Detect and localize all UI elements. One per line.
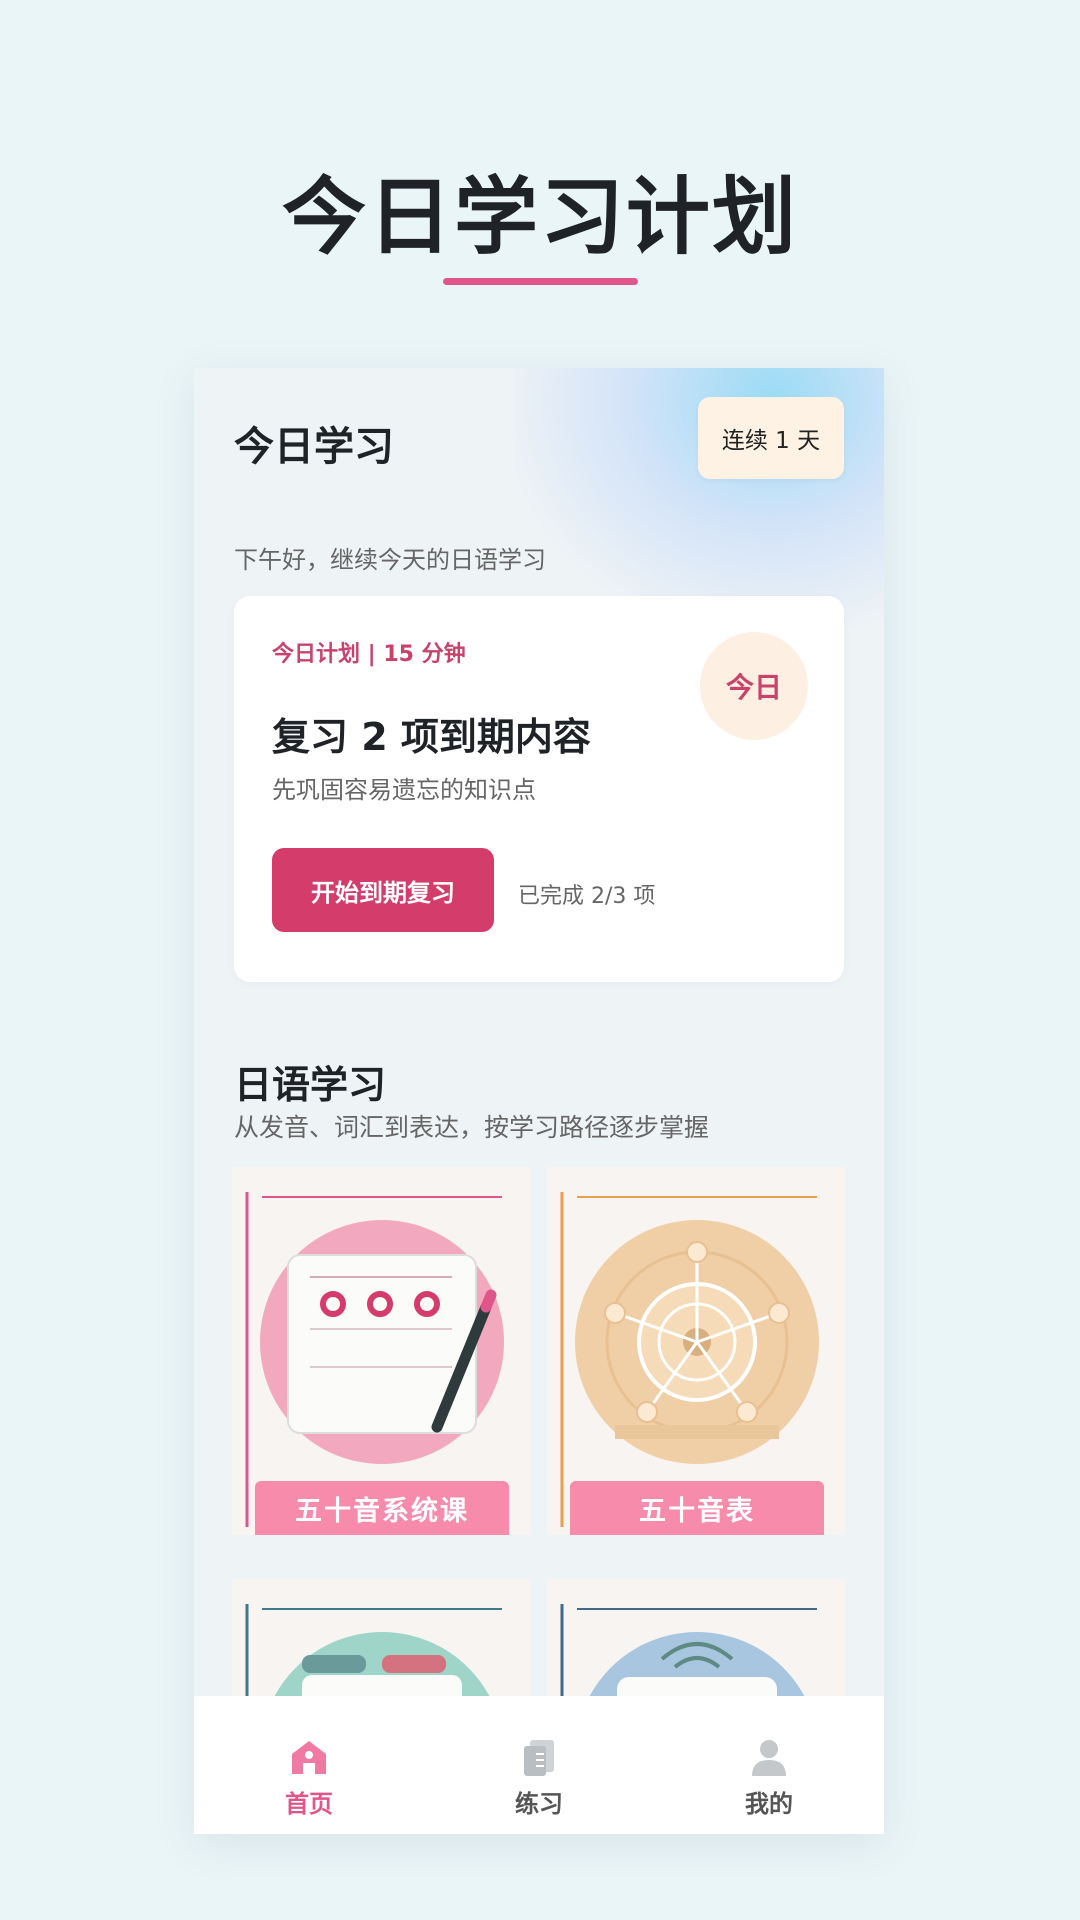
promo-title: 今日学习计划 xyxy=(281,168,798,266)
bottom-nav: 首页 练习 我的 xyxy=(194,1696,884,1834)
streak-badge[interactable]: 连续 1 天 xyxy=(698,397,844,479)
plan-meta: 今日计划 | 15 分钟 xyxy=(272,642,466,667)
home-icon xyxy=(292,1741,326,1774)
course-label: 五十音系统课 xyxy=(255,1481,509,1535)
nav-practice[interactable]: 练习 xyxy=(449,1696,629,1819)
user-icon xyxy=(752,1740,786,1776)
nav-label: 首页 xyxy=(285,1790,333,1818)
greeting-text: 下午好，继续今天的日语学习 xyxy=(234,546,546,574)
plan-heading: 复习 2 项到期内容 xyxy=(272,715,591,759)
promo-underline xyxy=(443,278,638,285)
plan-subtitle: 先巩固容易遗忘的知识点 xyxy=(272,776,536,804)
today-badge: 今日 xyxy=(700,632,808,740)
page-title: 今日学习 xyxy=(234,424,394,470)
course-tile-kana-chart[interactable]: 五十音表 xyxy=(547,1167,845,1535)
book-icon xyxy=(524,1740,554,1776)
start-review-button[interactable]: 开始到期复习 xyxy=(272,848,494,932)
nav-profile[interactable]: 我的 xyxy=(679,1696,859,1819)
section-title: 日语学习 xyxy=(234,1063,387,1107)
nav-label: 练习 xyxy=(515,1790,563,1818)
nav-label: 我的 xyxy=(745,1790,793,1818)
plan-progress: 已完成 2/3 项 xyxy=(518,884,656,909)
wheel-chart-icon xyxy=(560,1192,819,1527)
phone-screen: 今日学习 连续 1 天 下午好，继续今天的日语学习 今日计划 | 15 分钟 复… xyxy=(194,368,884,1834)
section-subtitle: 从发音、词汇到表达，按学习路径逐步掌握 xyxy=(234,1113,710,1142)
nav-home[interactable]: 首页 xyxy=(219,1696,399,1819)
today-plan-card[interactable]: 今日计划 | 15 分钟 复习 2 项到期内容 先巩固容易遗忘的知识点 今日 开… xyxy=(234,596,844,982)
course-tile-kana-course[interactable]: 五十音系统课 xyxy=(232,1167,530,1535)
notebook-pen-icon xyxy=(245,1192,504,1527)
course-label: 五十音表 xyxy=(570,1481,824,1535)
